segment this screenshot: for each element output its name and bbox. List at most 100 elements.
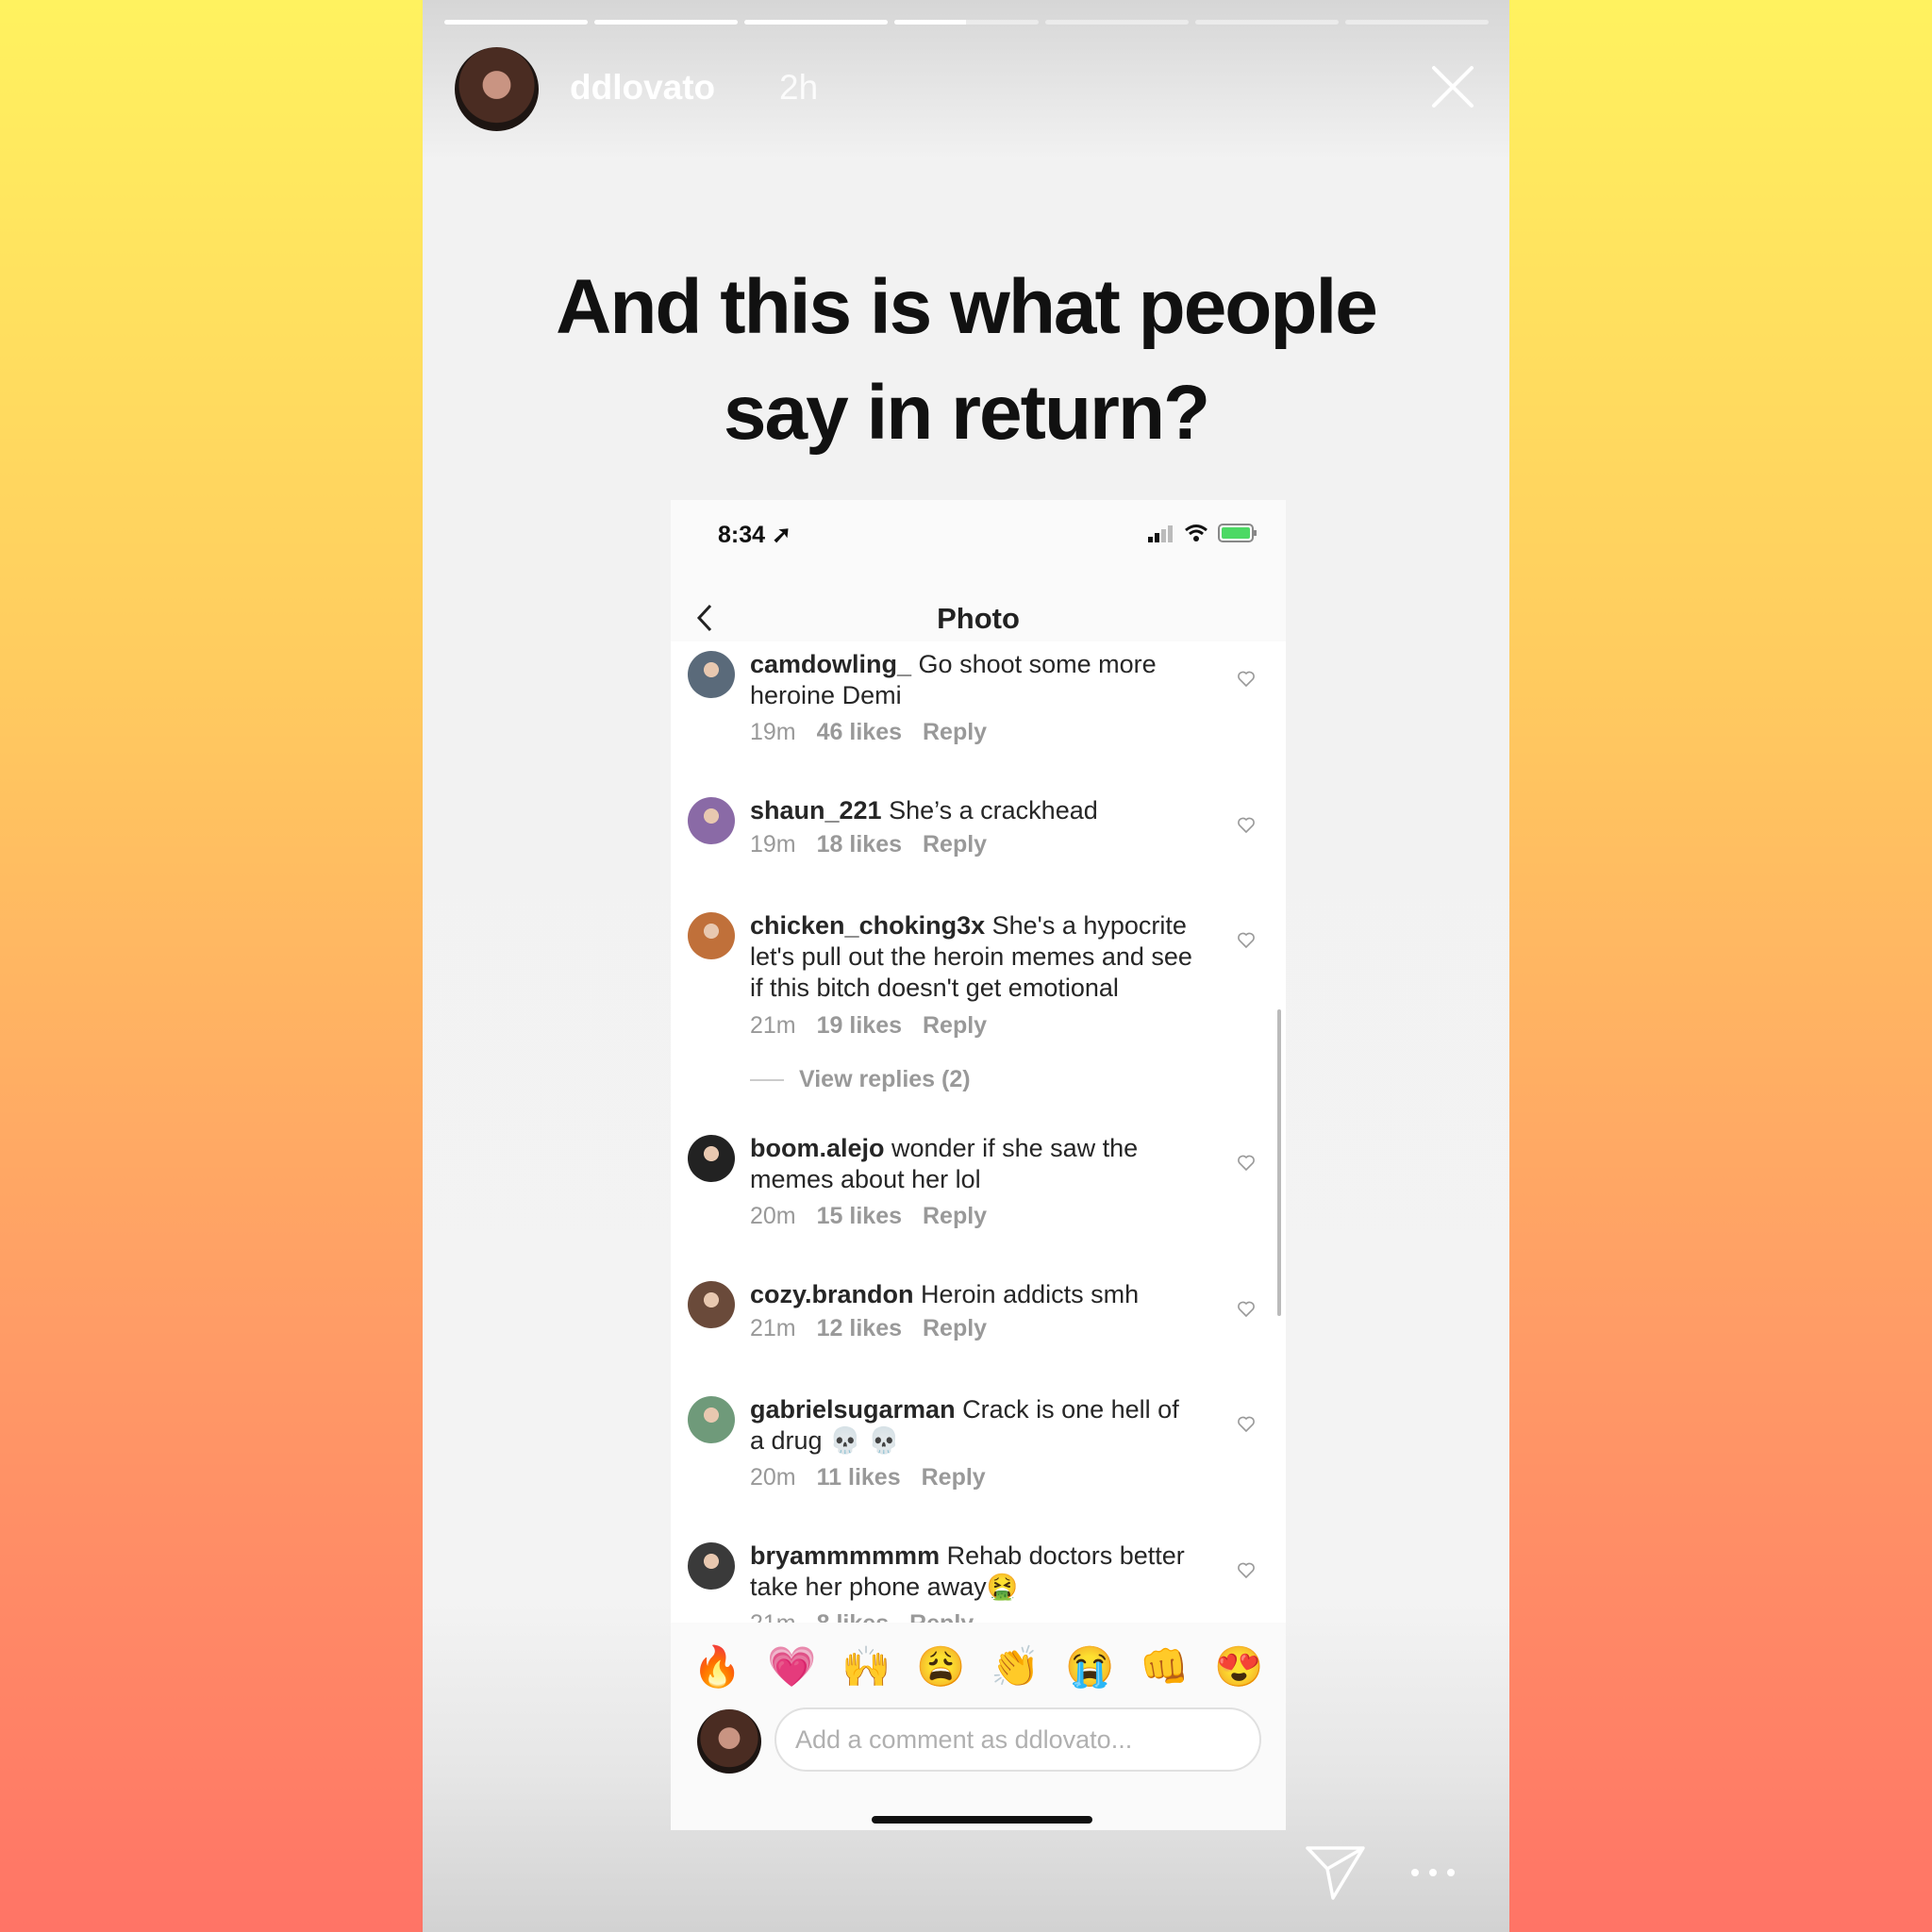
comment-avatar[interactable] bbox=[688, 1542, 735, 1590]
composer-avatar bbox=[697, 1709, 761, 1774]
comment-text: gabrielsugarman Crack is one hell of a d… bbox=[750, 1394, 1198, 1457]
comment-avatar[interactable] bbox=[688, 1135, 735, 1182]
story-avatar[interactable] bbox=[455, 47, 539, 131]
progress-segment bbox=[894, 20, 1039, 25]
story-headline: And this is what people say in return? bbox=[423, 255, 1509, 466]
heart-outline-icon[interactable] bbox=[1237, 931, 1256, 950]
comment-avatar[interactable] bbox=[688, 912, 735, 959]
comment-username[interactable]: chicken_choking3x bbox=[750, 911, 985, 940]
comment-likes[interactable]: 12 likes bbox=[817, 1315, 902, 1341]
battery-icon bbox=[1218, 524, 1257, 542]
emoji-quick-bar: 🔥 💗 🙌 😩 👏 😭 👊 😍 bbox=[671, 1634, 1286, 1700]
emoji-reaction[interactable]: 😩 bbox=[916, 1643, 965, 1690]
view-replies-link[interactable]: View replies (2) bbox=[750, 1066, 971, 1093]
comment-time: 20m bbox=[750, 1203, 796, 1229]
comment-meta: 20m 11 likes Reply bbox=[750, 1464, 1007, 1491]
comment-reply-button[interactable]: Reply bbox=[922, 1464, 986, 1491]
story-header: ddlovato 2h bbox=[455, 47, 1481, 132]
story-progress-bar bbox=[444, 20, 1489, 25]
story-time-ago: 2h bbox=[779, 68, 819, 107]
comment-likes[interactable]: 18 likes bbox=[817, 831, 902, 858]
close-icon[interactable] bbox=[1424, 58, 1481, 115]
progress-segment bbox=[444, 20, 589, 25]
comment-time: 21m bbox=[750, 1315, 796, 1341]
comment-reply-button[interactable]: Reply bbox=[909, 1610, 974, 1623]
comment-text: boom.alejo wonder if she saw the memes a… bbox=[750, 1133, 1198, 1195]
comment-likes[interactable]: 15 likes bbox=[817, 1203, 902, 1229]
comment-username[interactable]: cozy.brandon bbox=[750, 1280, 914, 1308]
comment-text: shaun_221 She’s a crackhead bbox=[750, 795, 1198, 826]
comment-likes[interactable]: 8 likes bbox=[817, 1610, 889, 1623]
send-icon[interactable] bbox=[1305, 1844, 1367, 1901]
heart-outline-icon[interactable] bbox=[1237, 1415, 1256, 1434]
comment-avatar[interactable] bbox=[688, 797, 735, 844]
heart-outline-icon[interactable] bbox=[1237, 1154, 1256, 1173]
story-username[interactable]: ddlovato bbox=[570, 68, 715, 108]
comment-text: camdowling_ Go shoot some more heroine D… bbox=[750, 649, 1198, 711]
comment-username[interactable]: bryammmmmm bbox=[750, 1541, 940, 1570]
status-time: 8:34 ➚ bbox=[718, 522, 791, 548]
location-arrow-icon: ➚ bbox=[772, 522, 791, 548]
comment-avatar[interactable] bbox=[688, 1396, 735, 1443]
comment-time: 19m bbox=[750, 831, 796, 858]
comment-text: cozy.brandon Heroin addicts smh bbox=[750, 1279, 1198, 1310]
comment-body: She’s a crackhead bbox=[889, 796, 1098, 824]
comment-text: bryammmmmm Rehab doctors better take her… bbox=[750, 1541, 1198, 1603]
wifi-icon bbox=[1185, 525, 1208, 541]
progress-segment bbox=[1344, 20, 1489, 25]
emoji-reaction[interactable]: 🔥 bbox=[692, 1643, 741, 1690]
emoji-reaction[interactable]: 😍 bbox=[1214, 1643, 1263, 1690]
comment-meta: 20m 15 likes Reply bbox=[750, 1203, 1008, 1230]
comment-meta: 19m 18 likes Reply bbox=[750, 831, 1008, 858]
heart-outline-icon[interactable] bbox=[1237, 1300, 1256, 1319]
home-indicator bbox=[872, 1816, 1092, 1824]
comment-time: 21m bbox=[750, 1012, 796, 1039]
comment-meta: 19m 46 likes Reply bbox=[750, 719, 1008, 746]
comment-reply-button[interactable]: Reply bbox=[923, 1012, 987, 1039]
comment-username[interactable]: shaun_221 bbox=[750, 796, 882, 824]
comment-reply-button[interactable]: Reply bbox=[923, 831, 987, 858]
comment-time: 19m bbox=[750, 719, 796, 745]
comment-time: 21m bbox=[750, 1610, 796, 1623]
comment-list[interactable]: View replies (2) camdowling_ Go shoot so… bbox=[671, 641, 1286, 1623]
emoji-reaction[interactable]: 👏 bbox=[991, 1643, 1040, 1690]
comment-meta: 21m 19 likes Reply bbox=[750, 1012, 1008, 1040]
headline-line-1: And this is what people bbox=[556, 264, 1378, 350]
headline-line-2: say in return? bbox=[723, 370, 1210, 456]
more-icon[interactable] bbox=[1411, 1863, 1455, 1882]
scroll-indicator[interactable] bbox=[1277, 1009, 1281, 1316]
emoji-reaction[interactable]: 🙌 bbox=[841, 1643, 891, 1690]
comment-username[interactable]: boom.alejo bbox=[750, 1134, 885, 1162]
heart-outline-icon[interactable] bbox=[1237, 1561, 1256, 1580]
status-icons bbox=[1148, 524, 1257, 542]
comment-reply-button[interactable]: Reply bbox=[923, 1203, 987, 1229]
heart-outline-icon[interactable] bbox=[1237, 670, 1256, 689]
comment-time: 20m bbox=[750, 1464, 796, 1491]
emoji-reaction[interactable]: 😭 bbox=[1065, 1643, 1114, 1690]
signal-icon bbox=[1148, 525, 1173, 542]
progress-segment bbox=[744, 20, 889, 25]
replies-divider bbox=[750, 1078, 784, 1081]
comment-avatar[interactable] bbox=[688, 651, 735, 698]
comment-username[interactable]: camdowling_ bbox=[750, 650, 911, 678]
progress-segment bbox=[594, 20, 739, 25]
comment-likes[interactable]: 11 likes bbox=[817, 1464, 901, 1491]
comment-input[interactable]: Add a comment as ddlovato... bbox=[774, 1707, 1261, 1772]
comment-reply-button[interactable]: Reply bbox=[923, 719, 987, 745]
comment-composer: Add a comment as ddlovato... bbox=[697, 1707, 1261, 1775]
progress-segment bbox=[1044, 20, 1189, 25]
comment-likes[interactable]: 46 likes bbox=[817, 719, 902, 745]
status-bar: 8:34 ➚ bbox=[718, 521, 1257, 555]
comment-username[interactable]: gabrielsugarman bbox=[750, 1395, 956, 1424]
nav-title: Photo bbox=[937, 602, 1020, 635]
comment-text: chicken_choking3x She's a hypocrite let'… bbox=[750, 910, 1198, 1004]
embedded-screenshot: 8:34 ➚ Photo View replies (2) camdowling… bbox=[671, 500, 1286, 1830]
comment-avatar[interactable] bbox=[688, 1281, 735, 1328]
comment-body: Heroin addicts smh bbox=[921, 1280, 1140, 1308]
emoji-reaction[interactable]: 💗 bbox=[767, 1643, 816, 1690]
emoji-reaction[interactable]: 👊 bbox=[1140, 1643, 1189, 1690]
comment-likes[interactable]: 19 likes bbox=[817, 1012, 902, 1039]
comment-reply-button[interactable]: Reply bbox=[923, 1315, 987, 1341]
heart-outline-icon[interactable] bbox=[1237, 816, 1256, 835]
progress-segment bbox=[1194, 20, 1339, 25]
